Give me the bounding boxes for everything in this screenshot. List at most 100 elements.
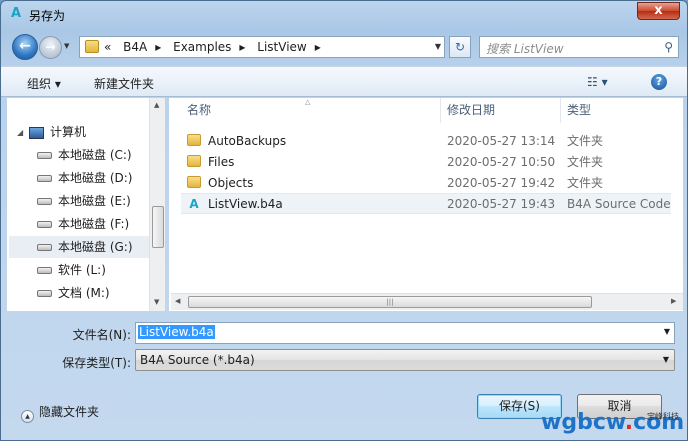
tree-item-label: 软件 (L:) <box>58 263 106 277</box>
file-name: Files <box>208 155 235 169</box>
file-name: ListView.b4a <box>208 197 283 211</box>
navigation-scrollbar[interactable]: ▲ ▼ <box>149 98 165 311</box>
toolbar: 组织 ▾ 新建文件夹 ☷ ▾ ? <box>1 66 687 97</box>
breadcrumb-overflow[interactable]: « <box>104 40 111 54</box>
tree-item-drive-l[interactable]: 软件 (L:) <box>37 259 147 281</box>
file-date: 2020-05-27 19:42 <box>447 176 556 190</box>
drive-icon <box>37 198 52 205</box>
drive-icon <box>37 175 52 182</box>
tree-item-drive-g[interactable]: 本地磁盘 (G:) <box>9 236 149 258</box>
tree-expand-icon[interactable]: ◢ <box>17 128 23 137</box>
watermark-dot: . <box>624 410 634 435</box>
chevron-right-icon[interactable]: ▸ <box>315 40 321 54</box>
refresh-button[interactable]: ↻ <box>449 36 471 58</box>
file-list: 名称 △ 修改日期 类型 AutoBackups 2020-05-27 13:1… <box>169 98 683 311</box>
view-options-button[interactable]: ☷ ▾ <box>587 75 608 89</box>
file-row[interactable]: Files 2020-05-27 10:50 文件夹 <box>181 152 671 173</box>
file-row[interactable]: Objects 2020-05-27 19:42 文件夹 <box>181 173 671 194</box>
drive-icon <box>37 244 52 251</box>
scrollbar-thumb[interactable]: ||| <box>188 296 592 308</box>
filetype-value: B4A Source (*.b4a) <box>140 353 255 367</box>
drive-icon <box>37 290 52 297</box>
column-header-type[interactable]: 类型 <box>561 98 683 123</box>
search-input[interactable]: 搜索 ListView ⚲ <box>479 36 679 58</box>
window-title: 另存为 <box>29 9 66 23</box>
folder-icon <box>85 40 99 53</box>
navigation-pane: ◢ 计算机 本地磁盘 (C:) 本地磁盘 (D:) 本地磁盘 (E:) 本地磁盘… <box>7 98 165 311</box>
chevron-right-icon[interactable]: ▸ <box>155 40 161 54</box>
search-icon: ⚲ <box>664 40 673 54</box>
sort-ascending-icon: △ <box>305 98 311 106</box>
file-name: AutoBackups <box>208 134 287 148</box>
chevron-up-icon: ▲ <box>21 410 34 423</box>
folder-icon <box>187 155 201 167</box>
tree-item-label: 本地磁盘 (C:) <box>58 148 132 162</box>
address-bar[interactable]: « B4A ▸ Examples ▸ ListView ▸ ▼ <box>79 36 445 58</box>
close-button[interactable]: x <box>637 2 680 20</box>
help-icon[interactable]: ? <box>651 74 667 90</box>
file-type: B4A Source Code <box>567 197 671 211</box>
drive-icon <box>37 152 52 159</box>
filename-field[interactable]: ListView.b4a ▼ <box>135 322 675 344</box>
tree-item-drive-d[interactable]: 本地磁盘 (D:) <box>37 167 147 189</box>
chevron-down-icon[interactable]: ▼ <box>664 327 670 336</box>
breadcrumb: « B4A ▸ Examples ▸ ListView ▸ <box>104 40 329 54</box>
tree-item-drive-e[interactable]: 本地磁盘 (E:) <box>37 190 147 212</box>
forward-button[interactable]: → <box>39 36 62 59</box>
file-row[interactable]: A ListView.b4a 2020-05-27 19:43 B4A Sourc… <box>181 193 671 214</box>
tree-item-label: 本地磁盘 (E:) <box>58 194 131 208</box>
chevron-right-icon[interactable]: ▸ <box>239 40 245 54</box>
tree-item-label: 本地磁盘 (G:) <box>58 240 133 254</box>
filename-value: ListView.b4a <box>138 325 215 339</box>
watermark-text: wgbcw <box>541 410 625 435</box>
watermark-caption: 宝峰科技 <box>647 412 679 421</box>
column-header-label: 类型 <box>567 103 592 117</box>
hide-folders-toggle[interactable]: ▲ 隐藏文件夹 <box>21 403 99 423</box>
tree-item-label: 文档 (M:) <box>58 286 110 300</box>
file-type: 文件夹 <box>567 155 604 169</box>
breadcrumb-examples[interactable]: Examples <box>173 40 231 54</box>
folder-icon <box>187 134 201 146</box>
file-date: 2020-05-27 10:50 <box>447 155 556 169</box>
scroll-right-icon[interactable]: ▶ <box>671 297 676 305</box>
new-folder-button[interactable]: 新建文件夹 <box>94 75 154 92</box>
file-date: 2020-05-27 13:14 <box>447 134 556 148</box>
folder-icon <box>187 176 201 188</box>
column-header-date[interactable]: 修改日期 <box>441 98 561 123</box>
tree-item-drive-m[interactable]: 文档 (M:) <box>37 282 147 304</box>
computer-icon <box>29 126 44 139</box>
file-row[interactable]: AutoBackups 2020-05-27 13:14 文件夹 <box>181 131 671 152</box>
column-header-name[interactable]: 名称 △ <box>169 98 441 123</box>
tree-item-label: 计算机 <box>50 125 87 139</box>
file-type: 文件夹 <box>567 134 604 148</box>
drive-icon <box>37 267 52 274</box>
drive-icon <box>37 221 52 228</box>
b4a-app-icon: A <box>11 6 22 21</box>
scroll-left-icon[interactable]: ◀ <box>175 297 180 305</box>
recent-locations-dropdown[interactable]: ▼ <box>64 41 74 51</box>
breadcrumb-b4a[interactable]: B4A <box>123 40 147 54</box>
search-placeholder: 搜索 ListView <box>486 42 564 56</box>
save-as-dialog: A 另存为 x ← → ▼ « B4A ▸ Examples ▸ ListView ▸… <box>0 0 688 441</box>
tree-item-drive-f[interactable]: 本地磁盘 (F:) <box>37 213 147 235</box>
tree-item-drive-c[interactable]: 本地磁盘 (C:) <box>37 144 147 166</box>
organize-button[interactable]: 组织 ▾ <box>27 75 61 92</box>
scroll-down-icon[interactable]: ▼ <box>154 298 159 306</box>
file-date: 2020-05-27 19:43 <box>447 197 556 211</box>
scroll-up-icon[interactable]: ▲ <box>154 101 159 109</box>
file-name: Objects <box>208 176 254 190</box>
column-header-label: 修改日期 <box>447 103 496 117</box>
tree-item-label: 本地磁盘 (F:) <box>58 217 130 231</box>
breadcrumb-listview[interactable]: ListView <box>257 40 306 54</box>
scrollbar-thumb[interactable] <box>152 206 164 248</box>
tree-item-computer[interactable]: 计算机 <box>29 121 86 143</box>
column-header-label: 名称 <box>187 103 212 117</box>
tree-item-label: 本地磁盘 (D:) <box>58 171 133 185</box>
file-list-scrollbar[interactable]: ◀ ||| ▶ <box>171 293 683 310</box>
back-button[interactable]: ← <box>12 34 38 60</box>
filename-label: 文件名(N): <box>72 328 131 342</box>
chevron-down-icon[interactable]: ▼ <box>435 39 441 55</box>
file-type: 文件夹 <box>567 176 604 190</box>
filetype-select[interactable]: B4A Source (*.b4a) ▼ <box>135 349 675 371</box>
chevron-down-icon[interactable]: ▼ <box>663 355 669 364</box>
